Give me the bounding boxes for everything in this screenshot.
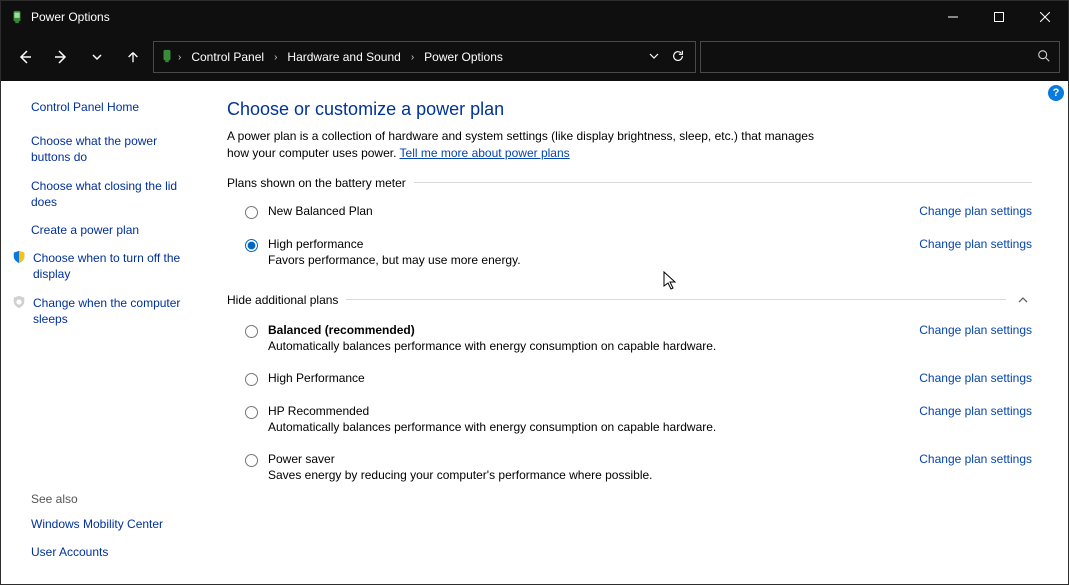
plan-radio[interactable] — [245, 454, 258, 467]
plan-description: Automatically balances performance with … — [268, 420, 909, 434]
change-plan-link[interactable]: Change plan settings — [919, 404, 1032, 418]
learn-more-link[interactable]: Tell me more about power plans — [400, 146, 570, 160]
minimize-button[interactable] — [930, 1, 976, 33]
shield-icon — [11, 295, 27, 309]
navigation-bar: › Control Panel › Hardware and Sound › P… — [1, 33, 1068, 81]
see-also-heading: See also — [31, 492, 201, 506]
divider — [414, 182, 1032, 183]
change-plan-link[interactable]: Change plan settings — [919, 323, 1032, 337]
page-description: A power plan is a collection of hardware… — [227, 128, 827, 162]
titlebar: Power Options — [1, 1, 1068, 33]
plan-name[interactable]: Balanced (recommended) — [268, 323, 909, 337]
chevron-right-icon[interactable]: › — [409, 52, 416, 63]
plan-row-hp-recommended: HP Recommended Automatically balances pe… — [227, 400, 1032, 438]
control-panel-home-link[interactable]: Control Panel Home — [31, 99, 197, 115]
chevron-right-icon[interactable]: › — [176, 52, 183, 63]
page-heading: Choose or customize a power plan — [227, 99, 1032, 120]
crumb-control-panel[interactable]: Control Panel — [185, 50, 270, 64]
address-dropdown[interactable] — [649, 50, 659, 64]
location-icon — [160, 49, 174, 66]
collapse-button[interactable] — [1014, 291, 1032, 309]
plan-row-balanced: Balanced (recommended) Automatically bal… — [227, 319, 1032, 357]
window-frame: Power Options — [0, 0, 1069, 585]
recent-dropdown[interactable] — [81, 41, 113, 73]
sidebar: Control Panel Home Choose what the power… — [1, 81, 211, 584]
search-box[interactable] — [700, 41, 1060, 73]
plan-row-new-balanced: New Balanced Plan Change plan settings — [227, 200, 1032, 223]
main-panel: Choose or customize a power plan A power… — [211, 81, 1068, 584]
plan-radio[interactable] — [245, 406, 258, 419]
app-icon — [9, 9, 25, 25]
refresh-button[interactable] — [671, 49, 685, 66]
plan-row-high-performance-2: High Performance Change plan settings — [227, 367, 1032, 390]
plan-radio[interactable] — [245, 239, 258, 252]
content-area: ? Control Panel Home Choose what the pow… — [1, 81, 1068, 584]
plan-name[interactable]: New Balanced Plan — [268, 204, 909, 218]
sidebar-link-computer-sleeps[interactable]: Change when the computer sleeps — [33, 295, 197, 327]
address-bar[interactable]: › Control Panel › Hardware and Sound › P… — [153, 41, 696, 73]
plan-radio[interactable] — [245, 325, 258, 338]
up-button[interactable] — [117, 41, 149, 73]
plan-radio[interactable] — [245, 373, 258, 386]
plan-row-power-saver: Power saver Saves energy by reducing you… — [227, 448, 1032, 486]
sidebar-link-closing-lid[interactable]: Choose what closing the lid does — [31, 178, 197, 210]
crumb-hardware-sound[interactable]: Hardware and Sound — [281, 50, 406, 64]
close-button[interactable] — [1022, 1, 1068, 33]
see-also-user-accounts[interactable]: User Accounts — [31, 544, 201, 560]
see-also-mobility-center[interactable]: Windows Mobility Center — [31, 516, 201, 532]
crumb-power-options[interactable]: Power Options — [418, 50, 509, 64]
plan-radio[interactable] — [245, 206, 258, 219]
group-shown-label: Plans shown on the battery meter — [227, 176, 1032, 190]
shield-icon — [11, 250, 27, 264]
change-plan-link[interactable]: Change plan settings — [919, 452, 1032, 466]
plan-description: Automatically balances performance with … — [268, 339, 909, 353]
plan-row-high-performance: High performance Favors performance, but… — [227, 233, 1032, 271]
plan-name[interactable]: High Performance — [268, 371, 909, 385]
plan-description: Saves energy by reducing your computer's… — [268, 468, 909, 482]
change-plan-link[interactable]: Change plan settings — [919, 371, 1032, 385]
change-plan-link[interactable]: Change plan settings — [919, 204, 1032, 218]
group-hidden-label: Hide additional plans — [227, 291, 1032, 309]
back-button[interactable] — [9, 41, 41, 73]
window-controls — [930, 1, 1068, 33]
sidebar-link-turn-off-display[interactable]: Choose when to turn off the display — [33, 250, 197, 282]
search-input[interactable] — [709, 50, 1037, 64]
plan-name[interactable]: Power saver — [268, 452, 909, 466]
sidebar-link-create-plan[interactable]: Create a power plan — [31, 222, 197, 238]
plan-name[interactable]: HP Recommended — [268, 404, 909, 418]
plan-description: Favors performance, but may use more ene… — [268, 253, 909, 267]
sidebar-link-power-buttons[interactable]: Choose what the power buttons do — [31, 133, 197, 165]
group-hidden-text: Hide additional plans — [227, 293, 338, 307]
see-also-section: See also Windows Mobility Center User Ac… — [31, 492, 201, 572]
window-title: Power Options — [31, 10, 110, 24]
search-icon[interactable] — [1037, 49, 1051, 66]
chevron-right-icon[interactable]: › — [272, 52, 279, 63]
change-plan-link[interactable]: Change plan settings — [919, 237, 1032, 251]
plan-name[interactable]: High performance — [268, 237, 909, 251]
divider — [346, 299, 1006, 300]
group-shown-text: Plans shown on the battery meter — [227, 176, 406, 190]
maximize-button[interactable] — [976, 1, 1022, 33]
forward-button[interactable] — [45, 41, 77, 73]
